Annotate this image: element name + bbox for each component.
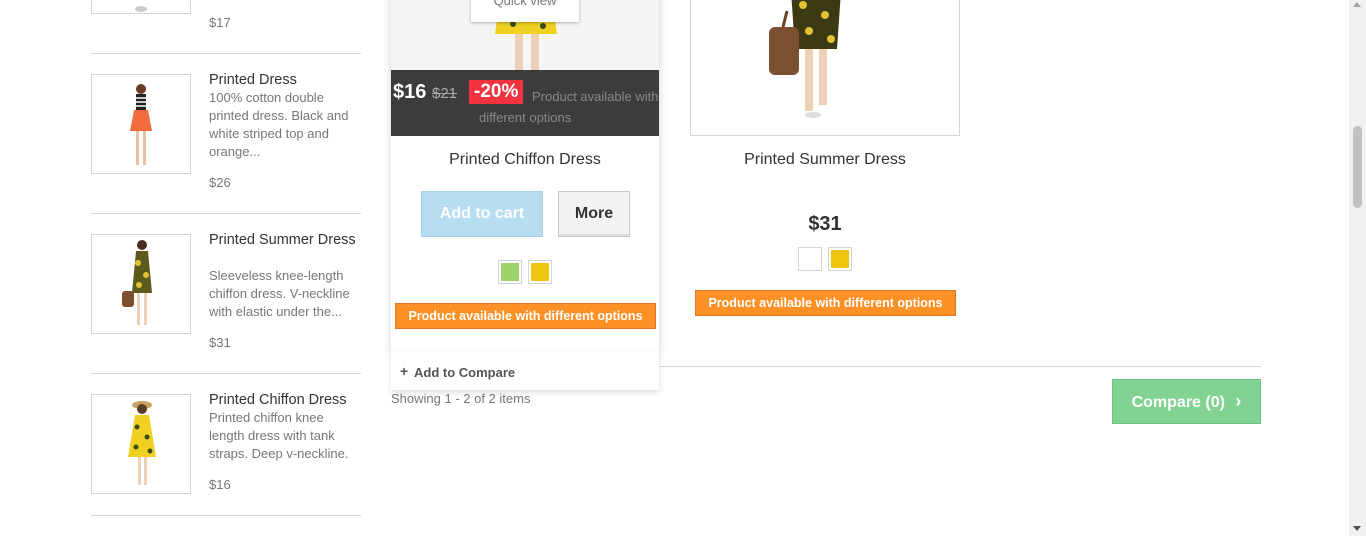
scroll-up-arrow-icon[interactable] [1353, 2, 1361, 7]
divider [91, 53, 361, 54]
product-thumbnail[interactable] [91, 394, 191, 494]
product-title[interactable]: Printed Chiffon Dress [209, 391, 359, 409]
product-description: 100% cotton double printed dress. Black … [209, 90, 349, 159]
product-description: Printed chiffon knee length dress with t… [209, 410, 349, 461]
price-overlay: $16 $21 -20% Product available with diff… [391, 70, 659, 136]
product-title[interactable]: Printed Dress [209, 71, 359, 89]
product-name[interactable]: Printed Chiffon Dress [391, 151, 659, 169]
add-to-cart-button[interactable]: Add to cart [421, 191, 543, 237]
product-card-printed-summer-dress: Printed Summer Dress $31 Product availab… [690, 0, 960, 320]
color-swatch-white[interactable] [798, 247, 822, 271]
scroll-down-arrow-icon[interactable] [1353, 526, 1361, 531]
more-button[interactable]: More [558, 191, 630, 237]
divider [659, 366, 1261, 367]
product-thumbnail[interactable] [91, 234, 191, 334]
add-to-compare-bar: + Add to Compare [391, 352, 659, 390]
add-to-compare-link[interactable]: Add to Compare [414, 365, 515, 380]
divider [91, 373, 361, 374]
scrollbar-thumb[interactable] [1353, 126, 1362, 208]
quick-view-button[interactable]: Quick view [471, 0, 579, 22]
product-thumbnail[interactable] [91, 0, 191, 14]
product-image[interactable] [690, 0, 960, 136]
product-price: $31 [808, 213, 842, 235]
product-title[interactable]: Printed Summer Dress [209, 231, 359, 249]
product-price: $16 [209, 477, 231, 492]
chevron-right-icon: › [1235, 391, 1242, 411]
product-price: $26 [209, 175, 231, 190]
items-count: Showing 1 - 2 of 2 items [391, 391, 531, 406]
product-price: $17 [209, 15, 231, 30]
old-price: $21 [432, 85, 458, 102]
product-card-printed-chiffon-dress: Quick view $16 $21 -20% Product availabl… [391, 0, 659, 352]
availability-label: Product available with different options [695, 290, 956, 316]
availability-label: Product available with different options [395, 303, 656, 329]
product-price: $31 [209, 335, 231, 350]
plus-icon: + [400, 363, 409, 379]
overlay-availability-note: Product available with different options [479, 89, 659, 125]
product-price: $16 [393, 81, 427, 103]
product-name[interactable]: Printed Summer Dress [690, 151, 960, 169]
product-description: Sleeveless knee-length chiffon dress. V-… [209, 268, 350, 319]
color-swatch-yellow[interactable] [528, 260, 552, 284]
product-image[interactable]: Quick view $16 $21 -20% Product availabl… [391, 0, 659, 136]
divider [91, 213, 361, 214]
color-swatch-yellow[interactable] [828, 247, 852, 271]
product-thumbnail[interactable] [91, 74, 191, 174]
page-scrollbar[interactable] [1349, 0, 1366, 536]
divider [91, 515, 361, 516]
compare-button[interactable]: Compare (0) › [1112, 379, 1261, 424]
color-swatch-green[interactable] [498, 260, 522, 284]
quick-view-label: Quick view [493, 0, 557, 8]
compare-label: Compare (0) [1131, 394, 1225, 411]
